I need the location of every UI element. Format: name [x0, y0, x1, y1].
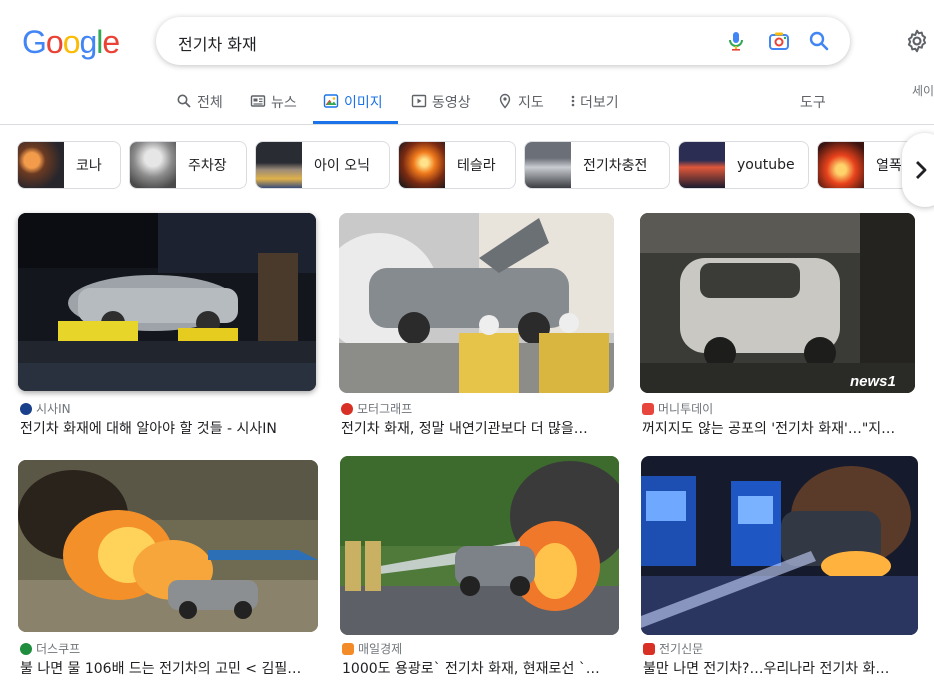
chip-ev-charging[interactable]: 전기차충전 — [524, 141, 670, 189]
result-title[interactable]: 불만 나면 전기차?…우리나라 전기차 화… — [643, 658, 911, 678]
result-source[interactable]: 전기신문 — [643, 640, 703, 657]
chevron-right-icon — [916, 161, 927, 179]
image-result[interactable]: 매일경제 1000도 용광로` 전기차 화재, 현재로선 `… — [340, 456, 620, 681]
chip-thumbnail — [525, 142, 571, 188]
related-searches-chips: 코나 주차장 아이 오닉 테슬라 전기차충전 youtube 열폭 — [0, 141, 934, 189]
result-image[interactable] — [640, 213, 915, 393]
search-icon[interactable] — [807, 29, 831, 53]
search-box[interactable]: 전기차 화재 — [156, 17, 850, 65]
news1-watermark: news1 — [850, 373, 896, 390]
tab-images[interactable]: 이미지 — [313, 86, 398, 124]
search-input[interactable]: 전기차 화재 — [178, 31, 257, 55]
source-favicon — [20, 642, 32, 655]
result-source[interactable]: 모터그래프 — [341, 400, 412, 417]
tab-maps[interactable]: 지도 — [497, 86, 544, 124]
tab-more[interactable]: 더보기 — [568, 86, 619, 124]
google-logo[interactable]: Google — [22, 24, 120, 61]
chip-youtube[interactable]: youtube — [678, 141, 809, 189]
result-title[interactable]: 전기차 화재, 정말 내연기관보다 더 많을… — [341, 418, 613, 438]
result-source[interactable]: 머니투데이 — [642, 400, 713, 417]
chip-thumbnail — [256, 142, 302, 188]
chip-thumbnail — [18, 142, 64, 188]
news-icon — [250, 95, 266, 107]
camera-lens-icon[interactable] — [767, 29, 791, 53]
result-image[interactable] — [641, 456, 918, 635]
image-result[interactable]: 전기신문 불만 나면 전기차?…우리나라 전기차 화… — [641, 456, 919, 681]
source-favicon — [342, 642, 354, 655]
result-title[interactable]: 꺼지지도 않는 공포의 '전기차 화재'…"지… — [642, 418, 914, 438]
source-favicon — [20, 402, 32, 415]
image-result[interactable]: news1 머니투데이 꺼지지도 않는 공포의 '전기차 화재'…"지… — [640, 213, 916, 438]
image-result[interactable]: 모터그래프 전기차 화재, 정말 내연기관보다 더 많을… — [339, 213, 615, 438]
video-icon — [411, 94, 427, 108]
search-icon — [177, 94, 191, 108]
source-favicon — [341, 402, 353, 415]
chip-tesla[interactable]: 테슬라 — [398, 141, 516, 189]
result-source[interactable]: 시사IN — [20, 400, 71, 417]
result-title[interactable]: 불 나면 물 106배 드는 전기차의 고민 < 김필… — [20, 658, 316, 678]
result-title[interactable]: 1000도 용광로` 전기차 화재, 현재로선 `… — [342, 658, 618, 678]
result-source[interactable]: 매일경제 — [342, 640, 402, 657]
result-image-charging-station-fire — [641, 456, 918, 635]
result-image-firefighters-car — [339, 213, 614, 393]
tools-button[interactable]: 도구 — [800, 92, 826, 112]
header-divider — [0, 124, 934, 125]
source-favicon — [642, 402, 654, 415]
image-icon — [323, 94, 339, 108]
result-source[interactable]: 더스쿠프 — [20, 640, 80, 657]
chip-thumbnail — [130, 142, 176, 188]
chip-thumbnail — [679, 142, 725, 188]
chip-thumbnail — [818, 142, 864, 188]
result-image[interactable] — [18, 213, 316, 391]
result-image-burnt-car — [640, 213, 915, 393]
chip-parking[interactable]: 주차장 — [129, 141, 247, 189]
settings-gear-icon[interactable] — [904, 28, 930, 54]
tab-news[interactable]: 뉴스 — [250, 86, 297, 124]
more-vert-icon — [571, 95, 575, 107]
tab-all[interactable]: 전체 — [176, 86, 223, 124]
result-image-firefighting-hose — [340, 456, 619, 635]
chip-thumbnail — [399, 142, 445, 188]
chip-kona[interactable]: 코나 — [17, 141, 121, 189]
result-image[interactable] — [18, 460, 318, 632]
chips-next-button[interactable] — [902, 133, 934, 207]
result-image[interactable] — [340, 456, 619, 635]
result-title[interactable]: 전기차 화재에 대해 알아야 할 것들 - 시사IN — [20, 418, 316, 438]
result-image-fire-scene — [18, 213, 316, 391]
image-result[interactable]: 시사IN 전기차 화재에 대해 알아야 할 것들 - 시사IN — [18, 213, 318, 438]
search-tabs: 전체 뉴스 이미지 동영상 지도 더보기 — [0, 86, 934, 124]
result-image-car-explosion — [18, 460, 318, 632]
map-pin-icon — [499, 93, 511, 109]
chip-ioniq[interactable]: 아이 오닉 — [255, 141, 390, 189]
result-image[interactable] — [339, 213, 614, 393]
tab-videos[interactable]: 동영상 — [411, 86, 471, 124]
source-favicon — [643, 642, 655, 655]
microphone-icon[interactable] — [724, 29, 748, 53]
image-result[interactable]: 더스쿠프 불 나면 물 106배 드는 전기차의 고민 < 김필… — [18, 460, 318, 685]
